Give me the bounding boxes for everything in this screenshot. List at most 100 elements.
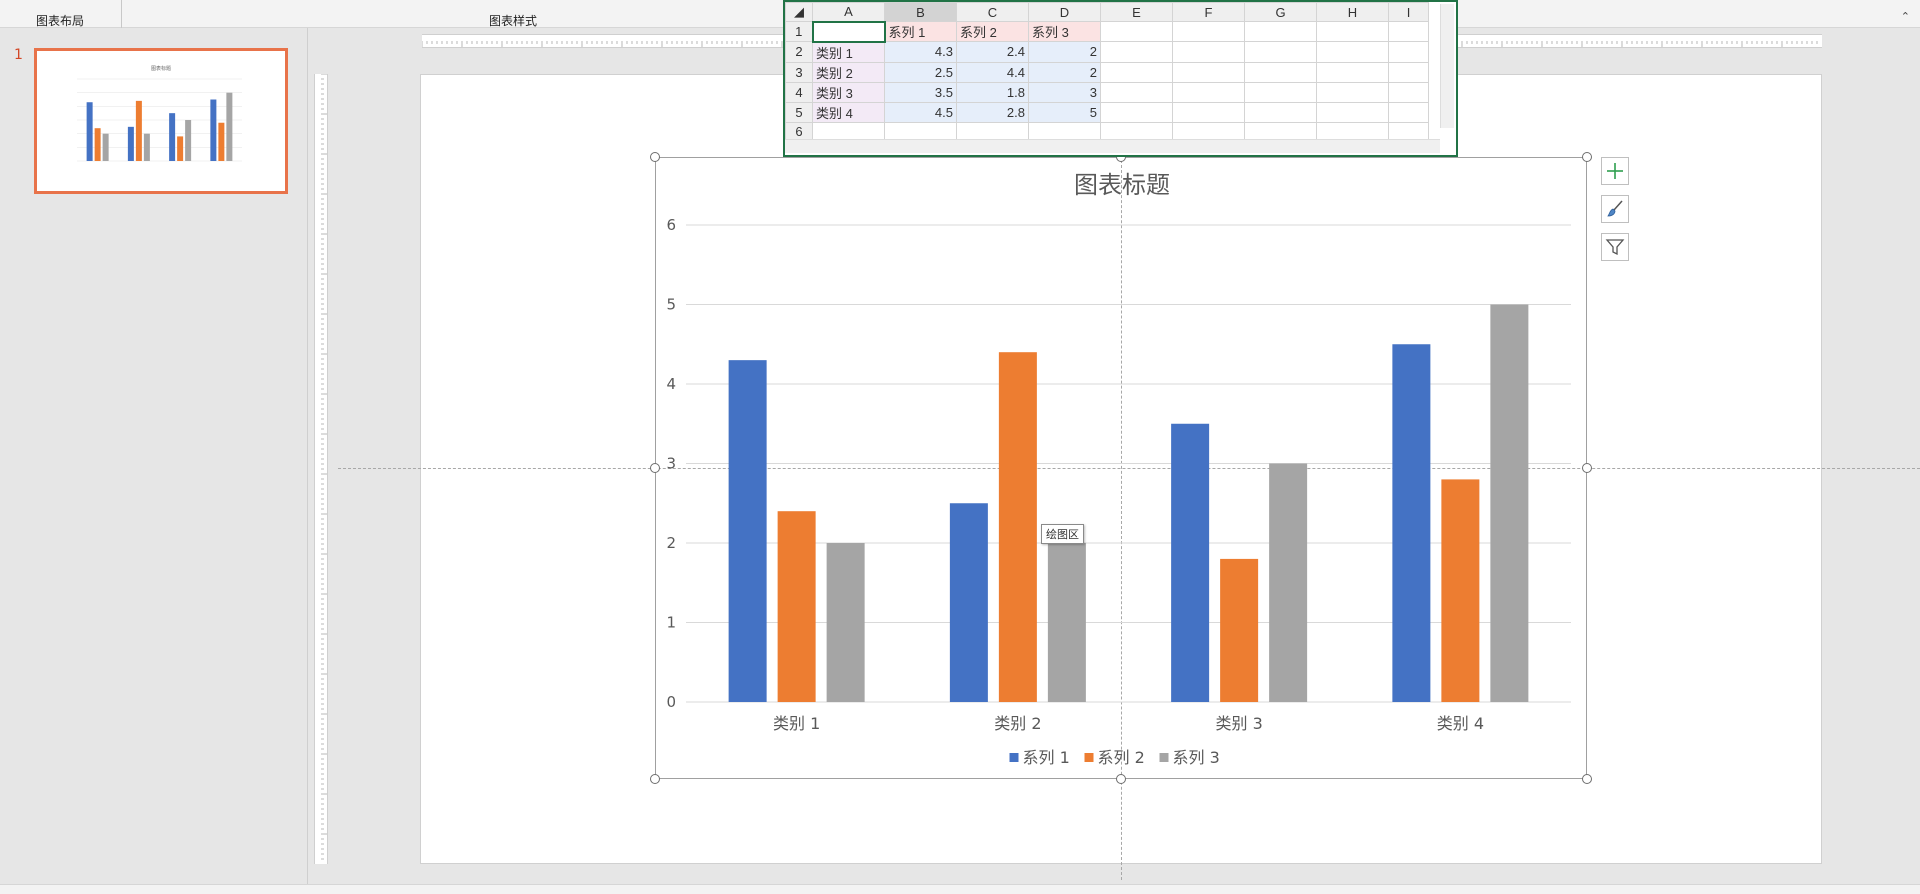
sheet-cell[interactable] [1316, 41, 1389, 63]
sheet-cell[interactable]: 4.3 [884, 41, 957, 63]
sheet-cell[interactable]: 3.5 [884, 81, 957, 103]
chart-title[interactable]: 图表标题 [1074, 171, 1170, 199]
legend-label[interactable]: 系列 1 [1023, 748, 1070, 767]
sheet-row[interactable]: 2 类别 1 4.3 2.4 2 [785, 41, 1429, 63]
sheet-row[interactable]: 1 系列 1 系列 2 系列 3 [785, 20, 1429, 43]
select-all-corner[interactable]: ◢ [785, 2, 813, 22]
column-header-i[interactable]: I [1388, 2, 1429, 22]
resize-handle-left[interactable] [650, 463, 660, 473]
vertical-scrollbar[interactable] [1440, 4, 1454, 128]
resize-handle-top-left[interactable] [650, 152, 660, 162]
vertical-ruler[interactable] [314, 73, 328, 864]
column-header-b[interactable]: B [884, 2, 957, 22]
bar-1-1[interactable] [728, 360, 767, 702]
sheet-cell[interactable] [1172, 61, 1245, 83]
row-header[interactable]: 1 [785, 21, 813, 42]
resize-handle-bottom[interactable] [1116, 774, 1126, 784]
sheet-row[interactable]: 4 类别 3 3.5 1.8 3 [785, 81, 1429, 103]
sheet-cell[interactable]: 3 [1028, 81, 1101, 103]
sheet-cell[interactable]: 2.5 [884, 61, 957, 83]
chart-filters-button[interactable] [1601, 233, 1629, 261]
sheet-cell[interactable] [1100, 21, 1173, 42]
sheet-cell[interactable]: 4.5 [884, 101, 957, 123]
row-header[interactable]: 4 [785, 81, 813, 103]
resize-handle-right[interactable] [1582, 463, 1592, 473]
legend-label[interactable]: 系列 3 [1173, 748, 1220, 767]
sheet-cell[interactable] [1316, 61, 1389, 83]
chart-styles-group-label[interactable]: 图表样式 [489, 12, 537, 29]
bar-3-4[interactable] [1490, 304, 1529, 703]
sheet-cell[interactable] [1316, 81, 1389, 103]
sheet-cell[interactable]: 类别 2 [812, 61, 885, 83]
chart-styles-button[interactable] [1601, 195, 1629, 223]
chart-layout-group-label[interactable]: 图表布局 [36, 12, 84, 29]
chart-data-sheet[interactable]: ◢ A B C D E F G H I 1 系列 1 系列 2 系列 3 2 类别 1 4.3 2.4 2 3 类别 … [783, 0, 1458, 157]
bar-3-2[interactable] [1047, 543, 1086, 702]
sheet-cell[interactable]: 系列 3 [1028, 21, 1101, 42]
sheet-cell[interactable]: 类别 1 [812, 41, 885, 63]
sheet-cell[interactable]: 类别 4 [812, 101, 885, 123]
sheet-cell[interactable]: 2 [1028, 61, 1101, 83]
row-header[interactable]: 3 [785, 61, 813, 83]
sheet-cell[interactable] [811, 20, 886, 43]
sheet-cell[interactable] [1100, 61, 1173, 83]
sheet-cell[interactable]: 系列 2 [956, 21, 1029, 42]
sheet-cell[interactable]: 4.4 [956, 61, 1029, 83]
resize-handle-bottom-left[interactable] [650, 774, 660, 784]
sheet-cell[interactable] [1388, 101, 1429, 123]
bar-2-3[interactable] [1220, 558, 1259, 702]
bar-3-3[interactable] [1269, 463, 1308, 703]
sheet-cell[interactable]: 1.8 [956, 81, 1029, 103]
sheet-cell[interactable] [1100, 101, 1173, 123]
column-header-d[interactable]: D [1028, 2, 1101, 22]
row-header[interactable]: 2 [785, 41, 813, 63]
chart-elements-button[interactable] [1601, 157, 1629, 185]
sheet-cell[interactable]: 类别 3 [812, 81, 885, 103]
sheet-cell[interactable]: 2 [1028, 41, 1101, 63]
bar-1-4[interactable] [1392, 344, 1431, 702]
bar-1-2[interactable] [949, 503, 988, 702]
sheet-cell[interactable] [1172, 21, 1245, 42]
legend-label[interactable]: 系列 2 [1098, 748, 1145, 767]
bar-1-3[interactable] [1171, 423, 1210, 702]
sheet-cell[interactable]: 2.4 [956, 41, 1029, 63]
column-header-h[interactable]: H [1316, 2, 1389, 22]
sheet-cell[interactable] [1244, 61, 1317, 83]
sheet-cell[interactable] [1388, 81, 1429, 103]
sheet-cell[interactable] [1244, 81, 1317, 103]
sheet-cell[interactable] [1244, 41, 1317, 63]
sheet-cell[interactable] [1388, 21, 1429, 42]
resize-handle-top-right[interactable] [1582, 152, 1592, 162]
sheet-cell[interactable] [1172, 41, 1245, 63]
legend-swatch[interactable] [1159, 753, 1169, 762]
resize-handle-bottom-right[interactable] [1582, 774, 1592, 784]
sheet-cell[interactable]: 2.8 [956, 101, 1029, 123]
column-header-c[interactable]: C [956, 2, 1029, 22]
column-header-g[interactable]: G [1244, 2, 1317, 22]
sheet-grid[interactable]: ◢ A B C D E F G H I 1 系列 1 系列 2 系列 3 2 类别 1 4.3 2.4 2 3 类别 … [785, 2, 1429, 142]
legend-swatch[interactable] [1009, 753, 1019, 762]
horizontal-scrollbar[interactable] [785, 139, 1440, 153]
sheet-cell[interactable] [1172, 81, 1245, 103]
sheet-cell[interactable] [1244, 21, 1317, 42]
bar-2-1[interactable] [777, 511, 816, 702]
slide-thumbnail[interactable]: 图表标题 [34, 48, 288, 194]
sheet-cell[interactable] [1316, 101, 1389, 123]
sheet-cell[interactable] [1388, 61, 1429, 83]
sheet-cell[interactable] [1100, 81, 1173, 103]
sheet-cell[interactable] [1244, 101, 1317, 123]
sheet-cell[interactable] [1316, 21, 1389, 42]
sheet-cell[interactable]: 系列 1 [884, 21, 957, 42]
legend-swatch[interactable] [1084, 753, 1094, 762]
row-header[interactable]: 5 [785, 101, 813, 123]
sheet-cell[interactable] [1100, 41, 1173, 63]
column-header-e[interactable]: E [1100, 2, 1173, 22]
sheet-cell[interactable] [1388, 41, 1429, 63]
sheet-row[interactable]: 3 类别 2 2.5 4.4 2 [785, 61, 1429, 83]
sheet-row[interactable]: 5 类别 4 4.5 2.8 5 [785, 101, 1429, 123]
sheet-cell[interactable] [1172, 101, 1245, 123]
sheet-cell[interactable]: 5 [1028, 101, 1101, 123]
collapse-ribbon-icon[interactable]: ⌃ [1901, 10, 1910, 23]
chart-object[interactable]: 图表标题 0 1 2 3 4 5 6 类别 1 类别 2 类别 3 类别 4 系列 1 系列 2 系列 3 [655, 157, 1587, 779]
clustered-column-chart[interactable]: 图表标题 0 1 2 3 4 5 6 类别 1 类别 2 类别 3 类别 4 系列 1 系列 2 系列 3 [656, 158, 1588, 780]
